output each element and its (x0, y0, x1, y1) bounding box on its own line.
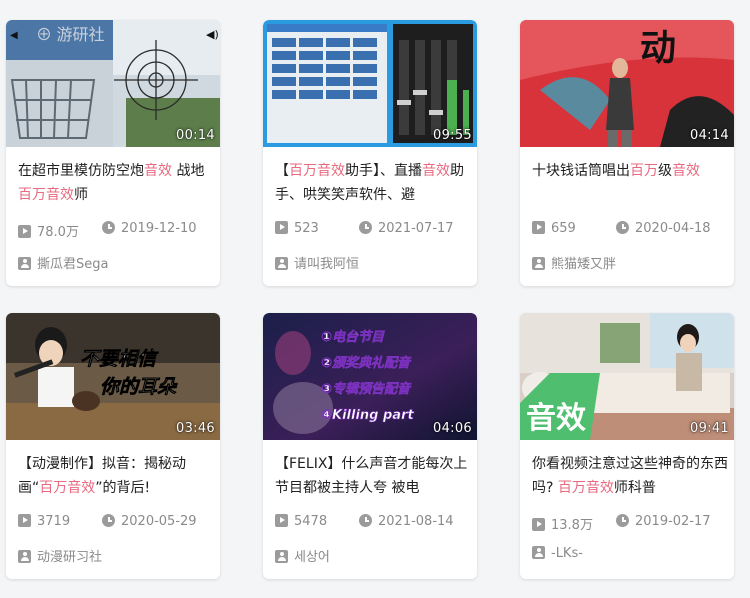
author-name: 세상어 (294, 550, 330, 565)
play-count-icon (275, 514, 288, 527)
thumbnail-caption: ③专辑预告配音 (321, 381, 412, 397)
video-title[interactable]: 【动漫制作】拟音：揭秘动画“百万音效”的背后! (18, 452, 214, 500)
publish-date: 2020-05-29 (121, 514, 197, 529)
clock-icon (359, 514, 372, 527)
thumbnail-caption: 你的耳朵 (100, 376, 178, 398)
svg-text:◀: ◀ (10, 30, 18, 41)
play-count-icon (532, 221, 545, 234)
publish-date: 2021-07-17 (378, 221, 454, 236)
video-thumbnail[interactable]: 09:55 (263, 20, 477, 147)
author-name: 熊猫矮又胖 (551, 257, 617, 272)
publish-date: 2020-04-18 (635, 221, 711, 236)
video-meta: 3719 2020-05-29 (18, 514, 218, 532)
user-icon (18, 550, 31, 563)
video-thumbnail[interactable]: ①电台节目 ②颁奖典礼配音 ③专辑预告配音 ④Killing part 04:0… (263, 313, 477, 440)
video-thumbnail[interactable]: 动 04:14 (520, 20, 734, 147)
user-icon (275, 550, 288, 563)
clock-icon (102, 221, 115, 234)
video-card[interactable]: ⊕ 游研社 ◀) ◀ 00:14 在超市里模仿防空炮音效 战地百万音效师 78.… (6, 20, 220, 286)
svg-text:⊕ 游研社: ⊕ 游研社 (36, 26, 104, 44)
video-card[interactable]: 动 04:14 十块钱话筒唱出百万级音效 659 2020-04-18 熊猫矮又… (520, 20, 734, 286)
thumbnail-caption: ②颁奖典礼配音 (321, 355, 412, 371)
author-link[interactable]: -LKs- (532, 546, 732, 561)
video-card[interactable]: 不要相信 你的耳朵 03:46 【动漫制作】拟音：揭秘动画“百万音效”的背后! … (6, 313, 220, 579)
thumbnail-caption: ④Killing part (321, 408, 414, 423)
author-link[interactable]: 动漫研习社 (18, 546, 218, 565)
view-count: 523 (294, 221, 319, 236)
clock-icon (359, 221, 372, 234)
publish-date: 2019-12-10 (121, 221, 197, 236)
view-count: 659 (551, 221, 576, 236)
play-count-icon (275, 221, 288, 234)
video-thumbnail[interactable]: 不要相信 你的耳朵 03:46 (6, 313, 220, 440)
thumbnail-caption: 动 (640, 28, 676, 69)
video-meta: 5478 2021-08-14 (275, 514, 475, 532)
thumbnail-caption: 不要相信 (80, 348, 159, 370)
video-thumbnail[interactable]: ⊕ 游研社 ◀) ◀ 00:14 (6, 20, 220, 147)
video-title[interactable]: 【百万音效助手】、直播音效助手、哄笑笑声软件、避 (275, 159, 471, 207)
video-card[interactable]: ①电台节目 ②颁奖典礼配音 ③专辑预告配音 ④Killing part 04:0… (263, 313, 477, 579)
video-title[interactable]: 十块钱话筒唱出百万级音效 (532, 159, 728, 207)
author-name: 撕瓜君Sega (37, 257, 109, 272)
video-meta: 523 2021-07-17 (275, 221, 475, 239)
play-count-icon (18, 514, 31, 527)
thumbnail-caption: 音效 (526, 401, 586, 436)
video-title[interactable]: 你看视频注意过这些神奇的东西吗? 百万音效师科普 (532, 452, 728, 500)
svg-text:◀): ◀) (206, 28, 219, 41)
view-count: 5478 (294, 514, 328, 529)
video-duration: 09:55 (433, 128, 472, 143)
clock-icon (616, 514, 629, 527)
clock-icon (102, 514, 115, 527)
user-icon (532, 546, 545, 559)
video-duration: 09:41 (690, 421, 729, 436)
video-card[interactable]: 09:55 【百万音效助手】、直播音效助手、哄笑笑声软件、避 523 2021-… (263, 20, 477, 286)
author-link[interactable]: 请叫我阿恒 (275, 253, 475, 272)
view-count: 78.0万 (37, 225, 79, 240)
play-count-icon (18, 225, 31, 238)
video-card[interactable]: 音效 09:41 你看视频注意过这些神奇的东西吗? 百万音效师科普 13.8万 … (520, 313, 734, 579)
video-duration: 04:14 (690, 128, 729, 143)
author-link[interactable]: 熊猫矮又胖 (532, 253, 732, 272)
user-icon (532, 257, 545, 270)
author-name: -LKs- (551, 546, 583, 561)
video-meta: 78.0万 2019-12-10 (18, 221, 218, 240)
video-duration: 00:14 (176, 128, 215, 143)
video-duration: 04:06 (433, 421, 472, 436)
video-thumbnail[interactable]: 音效 09:41 (520, 313, 734, 440)
clock-icon (616, 221, 629, 234)
view-count: 13.8万 (551, 518, 593, 533)
video-title[interactable]: 在超市里模仿防空炮音效 战地百万音效师 (18, 159, 214, 207)
view-count: 3719 (37, 514, 71, 529)
video-title[interactable]: 【FELIX】什么声音才能每次上节目都被主持人夸 被电 (275, 452, 471, 500)
publish-date: 2019-02-17 (635, 514, 711, 529)
author-link[interactable]: 撕瓜君Sega (18, 253, 218, 272)
author-link[interactable]: 세상어 (275, 546, 475, 565)
author-name: 动漫研习社 (37, 550, 103, 565)
play-count-icon (532, 518, 545, 531)
video-meta: 13.8万 2019-02-17 (532, 514, 732, 533)
video-duration: 03:46 (176, 421, 215, 436)
user-icon (275, 257, 288, 270)
publish-date: 2021-08-14 (378, 514, 454, 529)
thumbnail-caption: ①电台节目 (321, 329, 385, 345)
author-name: 请叫我阿恒 (294, 257, 360, 272)
user-icon (18, 257, 31, 270)
video-meta: 659 2020-04-18 (532, 221, 732, 239)
video-grid: ⊕ 游研社 ◀) ◀ 00:14 在超市里模仿防空炮音效 战地百万音效师 78.… (0, 0, 750, 598)
